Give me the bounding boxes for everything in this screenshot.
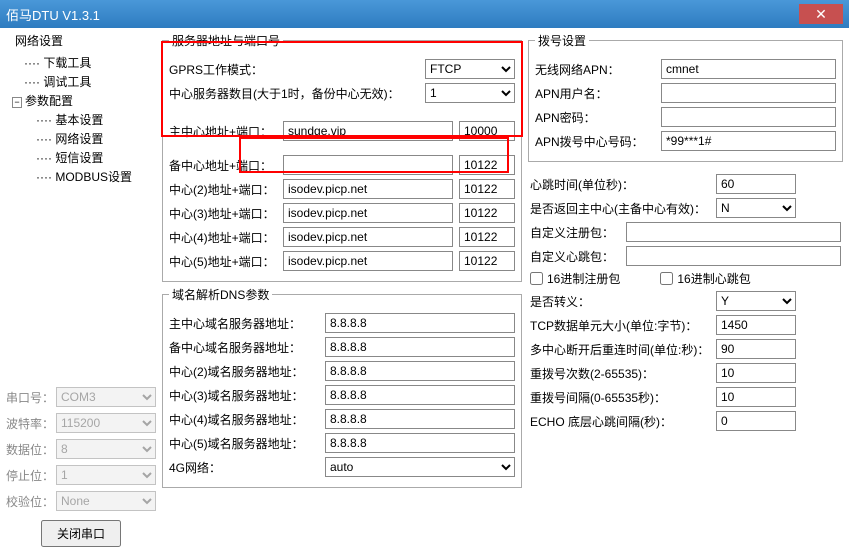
stop-bits-label: 停止位： — [6, 467, 56, 484]
reconnect-label: 多中心断开后重连时间(单位:秒)： — [530, 341, 710, 358]
tree-download[interactable]: ···· 下载工具 — [12, 53, 150, 72]
hb-input[interactable] — [626, 246, 841, 266]
apn-label: 无线网络APN： — [535, 61, 655, 78]
c2-addr-input[interactable] — [283, 179, 453, 199]
data-bits-select[interactable]: 8 — [56, 439, 156, 459]
dns3-input[interactable] — [325, 385, 515, 405]
c3-addr-label: 中心(3)地址+端口： — [169, 205, 277, 222]
gprs-mode-label: GPRS工作模式： — [169, 61, 277, 78]
return-select[interactable]: N — [716, 198, 796, 218]
gprs-mode-select[interactable]: FTCP — [425, 59, 515, 79]
dns4-input[interactable] — [325, 409, 515, 429]
baud-select[interactable]: 115200 — [56, 413, 156, 433]
c3-port-input[interactable] — [459, 203, 515, 223]
return-label: 是否返回主中心(主备中心有效)： — [530, 200, 710, 217]
baud-label: 波特率： — [6, 415, 56, 432]
server-count-label: 中心服务器数目(大于1时，备份中心无效)： — [169, 85, 419, 102]
tree-network[interactable]: ···· 网络设置 — [12, 129, 150, 148]
c4-addr-input[interactable] — [283, 227, 453, 247]
tree-legend: 网络设置 — [12, 32, 66, 49]
heartbeat-label: 心跳时间(单位秒)： — [530, 176, 710, 193]
titlebar: 佰马DTU V1.3.1 ✕ — [0, 0, 849, 28]
dns2-label: 中心(2)域名服务器地址： — [169, 363, 319, 380]
apn-user-label: APN用户名： — [535, 85, 655, 102]
dns5-label: 中心(5)域名服务器地址： — [169, 435, 319, 452]
c2-addr-label: 中心(2)地址+端口： — [169, 181, 277, 198]
collapse-icon[interactable]: − — [12, 97, 22, 108]
apn-center-input[interactable] — [661, 131, 836, 151]
c3-addr-input[interactable] — [283, 203, 453, 223]
dns3-label: 中心(3)域名服务器地址： — [169, 387, 319, 404]
c4-port-input[interactable] — [459, 227, 515, 247]
apn-input[interactable] — [661, 59, 836, 79]
dns-main-input[interactable] — [325, 313, 515, 333]
net4g-select[interactable]: auto — [325, 457, 515, 477]
dns-bak-input[interactable] — [325, 337, 515, 357]
server-count-select[interactable]: 1 — [425, 83, 515, 103]
reg-input[interactable] — [626, 222, 841, 242]
mtu-input[interactable] — [716, 315, 796, 335]
tree-debug[interactable]: ···· 调试工具 — [12, 72, 150, 91]
window-title: 佰马DTU V1.3.1 — [6, 5, 799, 24]
dns-main-label: 主中心域名服务器地址： — [169, 315, 319, 332]
bak-addr-label: 备中心地址+端口： — [169, 157, 277, 174]
c5-addr-label: 中心(5)地址+端口： — [169, 253, 277, 270]
redial-input[interactable] — [716, 363, 796, 383]
dns-bak-label: 备中心域名服务器地址： — [169, 339, 319, 356]
hb-label: 自定义心跳包： — [530, 248, 620, 265]
escape-select[interactable]: Y — [716, 291, 796, 311]
parity-label: 校验位： — [6, 493, 56, 510]
tree-params[interactable]: −参数配置 — [12, 91, 150, 110]
data-bits-label: 数据位： — [6, 441, 56, 458]
hex-reg-checkbox[interactable]: 16进制注册包 — [530, 270, 620, 287]
server-legend: 服务器地址与端口号 — [169, 32, 283, 49]
net4g-label: 4G网络： — [169, 459, 319, 476]
stop-bits-select[interactable]: 1 — [56, 465, 156, 485]
tree-modbus[interactable]: ···· MODBUS设置 — [12, 167, 150, 186]
apn-pwd-label: APN密码： — [535, 109, 655, 126]
dns4-label: 中心(4)域名服务器地址： — [169, 411, 319, 428]
reg-label: 自定义注册包： — [530, 224, 620, 241]
interval-input[interactable] — [716, 387, 796, 407]
parity-select[interactable]: None — [56, 491, 156, 511]
bak-addr-input[interactable] — [283, 155, 453, 175]
serial-port-label: 串口号： — [6, 389, 56, 406]
echo-label: ECHO 底层心跳间隔(秒)： — [530, 413, 710, 430]
redial-label: 重拨号次数(2-65535)： — [530, 365, 710, 382]
heartbeat-input[interactable] — [716, 174, 796, 194]
mtu-label: TCP数据单元大小(单位:字节)： — [530, 317, 710, 334]
main-port-input[interactable] — [459, 121, 515, 141]
bak-port-input[interactable] — [459, 155, 515, 175]
dns5-input[interactable] — [325, 433, 515, 453]
echo-input[interactable] — [716, 411, 796, 431]
dial-legend: 拨号设置 — [535, 32, 589, 49]
dns2-input[interactable] — [325, 361, 515, 381]
reconnect-input[interactable] — [716, 339, 796, 359]
apn-user-input[interactable] — [661, 83, 836, 103]
tree-basic[interactable]: ···· 基本设置 — [12, 110, 150, 129]
c5-port-input[interactable] — [459, 251, 515, 271]
tree-sms[interactable]: ···· 短信设置 — [12, 148, 150, 167]
c5-addr-input[interactable] — [283, 251, 453, 271]
apn-pwd-input[interactable] — [661, 107, 836, 127]
c2-port-input[interactable] — [459, 179, 515, 199]
main-addr-label: 主中心地址+端口： — [169, 123, 277, 140]
hex-hb-checkbox[interactable]: 16进制心跳包 — [660, 270, 750, 287]
c4-addr-label: 中心(4)地址+端口： — [169, 229, 277, 246]
main-addr-input[interactable] — [283, 121, 453, 141]
escape-label: 是否转义： — [530, 293, 710, 310]
interval-label: 重拨号间隔(0-65535秒)： — [530, 389, 710, 406]
close-serial-button[interactable]: 关闭串口 — [41, 520, 121, 547]
apn-center-label: APN拨号中心号码： — [535, 133, 655, 150]
serial-port-select[interactable]: COM3 — [56, 387, 156, 407]
tree-panel: 网络设置 ···· 下载工具 ···· 调试工具 −参数配置 ···· 基本设置… — [6, 32, 156, 380]
dns-legend: 域名解析DNS参数 — [169, 286, 272, 303]
close-button[interactable]: ✕ — [799, 4, 843, 24]
